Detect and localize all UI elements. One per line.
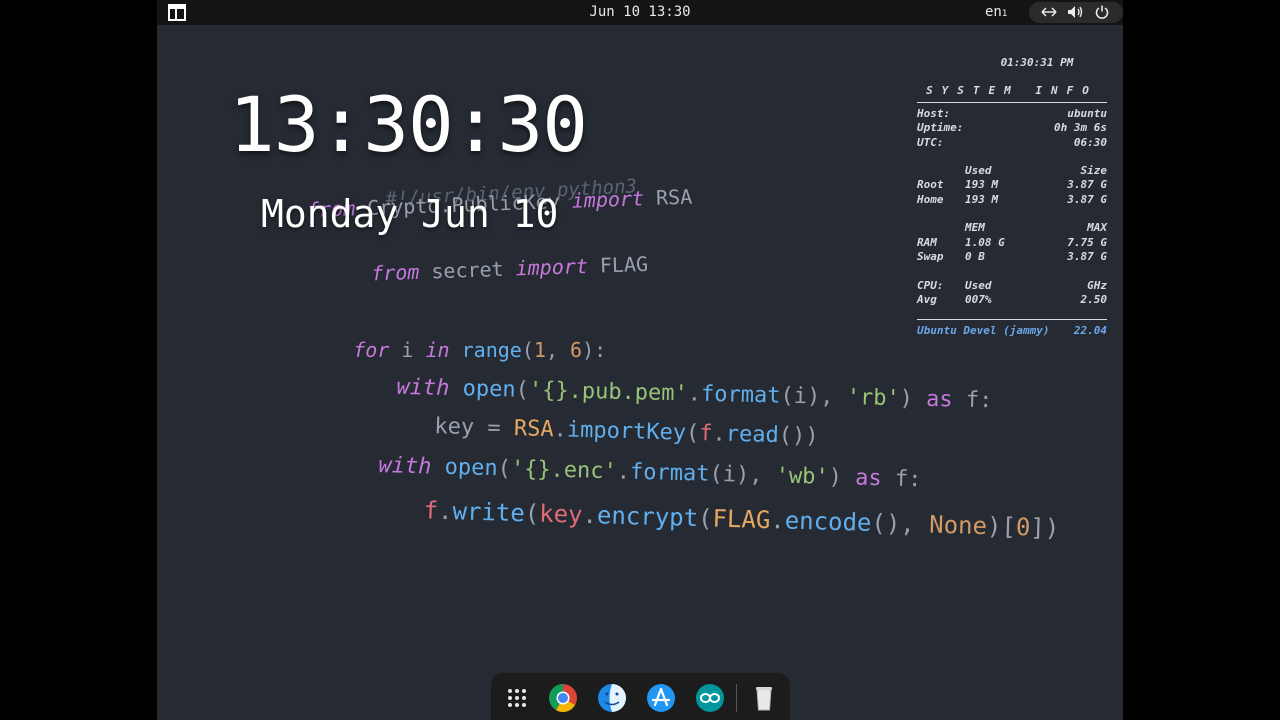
desktop: Jun 10 13:30 en1 13:30:30 #!/usr/bin/env… [157, 0, 1123, 720]
desktop-date: Monday Jun 10 [261, 192, 559, 236]
code-line: from secret import FLAG [370, 251, 649, 286]
code-wallpaper: #!/usr/bin/env python3 from Crypto.Publi… [157, 0, 1123, 720]
code-token: import [571, 185, 657, 213]
code-line: f.write(key.encrypt(FLAG.encode(), None)… [423, 496, 1060, 543]
code-token: RSA [655, 184, 693, 210]
